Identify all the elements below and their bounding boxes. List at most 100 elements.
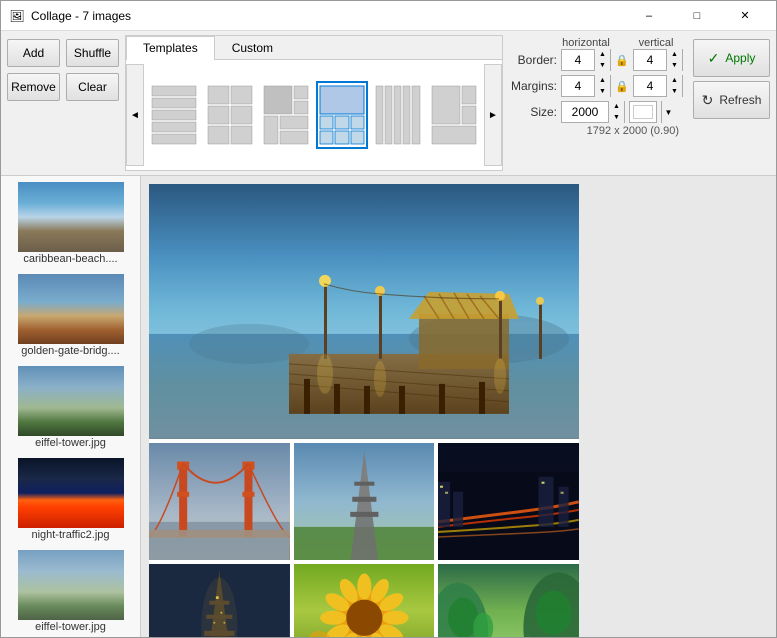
action-buttons: ✓ Apply ↻ Refresh [687, 31, 776, 175]
template-item-2[interactable] [204, 81, 256, 149]
list-item[interactable]: caribbean-beach.... [16, 180, 126, 268]
border-h-up-btn[interactable]: ▲ [594, 49, 610, 60]
border-v-spinbox-btns: ▲ ▼ [666, 49, 682, 71]
scroll-right-icon: ► [488, 110, 498, 121]
template-item-6[interactable] [428, 81, 480, 149]
template-preview-4 [319, 85, 365, 145]
collage-photo-eiffel2 [149, 564, 290, 637]
border-h-down-btn[interactable]: ▼ [594, 60, 610, 71]
margins-h-spinbox-btns: ▲ ▼ [594, 75, 610, 97]
templates-tab[interactable]: Templates [126, 36, 215, 60]
list-item[interactable]: eiffel-tower.jpg [16, 548, 126, 636]
margins-h-spinbox: 4 ▲ ▼ [561, 75, 611, 97]
margins-h-down-btn[interactable]: ▼ [594, 86, 610, 97]
size-up-btn[interactable]: ▲ [608, 101, 624, 112]
list-item[interactable]: eiffel-tower.jpg [16, 364, 126, 452]
thumbnail-eiffel2 [18, 550, 124, 620]
maximize-button[interactable]: □ [674, 1, 720, 31]
apply-label: Apply [725, 51, 755, 65]
minimize-button[interactable]: – [626, 1, 672, 31]
image-list: caribbean-beach.... golden-gate-bridg...… [1, 176, 141, 637]
template-preview-5 [375, 85, 421, 145]
color-swatch-preview [633, 105, 653, 119]
size-spinbox: 2000 ▲ ▼ [561, 101, 625, 123]
custom-tab[interactable]: Custom [215, 36, 290, 59]
canvas-area [141, 176, 776, 637]
margins-row: Margins: 4 ▲ ▼ 🔒 4 ▲ ▼ [507, 73, 683, 99]
bridge-svg [149, 443, 290, 561]
margins-v-down-btn[interactable]: ▼ [666, 86, 682, 97]
size-input[interactable]: 2000 [562, 102, 608, 122]
controls-panel: horizontal vertical Border: 4 ▲ ▼ 🔒 [503, 31, 687, 175]
border-v-up-btn[interactable]: ▲ [666, 49, 682, 60]
template-item-3[interactable] [260, 81, 312, 149]
flowers-svg [294, 564, 435, 637]
dimensions-text: 1792 x 2000 (0.90) [507, 125, 683, 137]
border-label: Border: [507, 53, 557, 67]
size-label: Size: [507, 105, 557, 119]
thumbnail-traffic [18, 458, 124, 528]
refresh-button[interactable]: ↻ Refresh [693, 81, 770, 119]
margins-lock-icon[interactable]: 🔒 [615, 79, 629, 93]
add-button[interactable]: Add [7, 39, 60, 67]
template-preview-3 [263, 85, 309, 145]
template-preview-1 [151, 85, 197, 145]
refresh-label: Refresh [719, 93, 761, 107]
app-window: 🖼 Collage - 7 images – □ ✕ Add Shuffle R… [0, 0, 777, 638]
traffic-svg [438, 443, 579, 561]
pier-svg [149, 184, 579, 439]
collage-photo-traffic [438, 443, 579, 561]
scroll-right-button[interactable]: ► [484, 64, 502, 166]
template-item-5[interactable] [372, 81, 424, 149]
border-h-spinbox-btns: ▲ ▼ [594, 49, 610, 71]
margins-h-input[interactable]: 4 [562, 76, 594, 96]
template-item-4[interactable] [316, 81, 368, 149]
border-v-down-btn[interactable]: ▼ [666, 60, 682, 71]
template-preview-2 [207, 85, 253, 145]
scroll-left-icon: ◄ [130, 110, 140, 121]
border-v-input[interactable]: 4 [634, 50, 666, 70]
image-label: eiffel-tower.jpg [18, 436, 124, 450]
thumbnail-eiffel [18, 366, 124, 436]
scroll-left-button[interactable]: ◄ [126, 64, 144, 166]
image-label: eiffel-tower.jpg [18, 620, 124, 634]
margins-v-spinbox-btns: ▲ ▼ [666, 75, 682, 97]
size-down-btn[interactable]: ▼ [608, 112, 624, 123]
margins-h-up-btn[interactable]: ▲ [594, 75, 610, 86]
left-buttons: Add Shuffle Remove Clear [1, 31, 125, 175]
collage-photo-flowers [294, 564, 435, 637]
collage-canvas [149, 184, 579, 637]
border-lock-icon[interactable]: 🔒 [615, 53, 629, 67]
top-panel: Add Shuffle Remove Clear Templates Custo… [1, 31, 776, 176]
size-spinbox-btns: ▲ ▼ [608, 101, 624, 123]
margins-label: Margins: [507, 79, 557, 93]
apply-button[interactable]: ✓ Apply [693, 39, 770, 77]
clear-button[interactable]: Clear [66, 73, 119, 101]
template-grid [144, 81, 484, 149]
collage-photo-eiffel [294, 443, 435, 561]
main-container: Add Shuffle Remove Clear Templates Custo… [1, 31, 776, 637]
margins-v-spinbox: 4 ▲ ▼ [633, 75, 683, 97]
remove-button[interactable]: Remove [7, 73, 60, 101]
thumbnail-bridge [18, 274, 124, 344]
template-scroll-area: ◄ [126, 60, 502, 170]
content-area: caribbean-beach.... golden-gate-bridg...… [1, 176, 776, 637]
border-h-input[interactable]: 4 [562, 50, 594, 70]
list-item[interactable]: night-traffic2.jpg [16, 456, 126, 544]
template-tabs: Templates Custom [126, 36, 502, 60]
color-dropdown-button[interactable]: ▼ [661, 101, 675, 123]
image-label: caribbean-beach.... [18, 252, 124, 266]
list-item[interactable]: golden-gate-bridg.... [16, 272, 126, 360]
river-svg [438, 564, 579, 637]
collage-photo-river [438, 564, 579, 637]
app-icon: 🖼 [9, 8, 25, 24]
margins-v-input[interactable]: 4 [634, 76, 666, 96]
margins-v-up-btn[interactable]: ▲ [666, 75, 682, 86]
eiffel-svg [294, 443, 435, 561]
color-swatch[interactable] [629, 101, 657, 123]
border-row: Border: 4 ▲ ▼ 🔒 4 ▲ ▼ [507, 47, 683, 73]
close-button[interactable]: ✕ [722, 1, 768, 31]
template-item-1[interactable] [148, 81, 200, 149]
title-bar: 🖼 Collage - 7 images – □ ✕ [1, 1, 776, 31]
shuffle-button[interactable]: Shuffle [66, 39, 119, 67]
